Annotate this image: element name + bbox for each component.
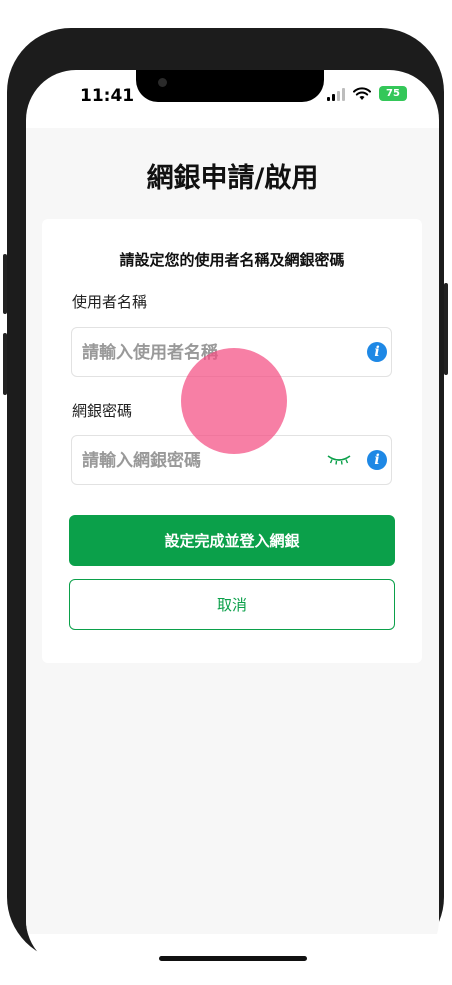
cellular-signal-icon <box>327 87 345 101</box>
screen: 11:41 75 網銀申請/啟用 請設定您的使用者名稱及網銀密碼 使用者名稱 請… <box>26 70 439 970</box>
power-button <box>444 283 448 375</box>
volume-button <box>3 333 7 395</box>
status-icons: 75 <box>327 86 407 101</box>
home-indicator[interactable] <box>159 956 307 961</box>
eye-closed-icon[interactable] <box>326 452 352 468</box>
phone-frame: 11:41 75 網銀申請/啟用 請設定您的使用者名稱及網銀密碼 使用者名稱 請… <box>3 28 448 970</box>
dynamic-island <box>136 70 324 102</box>
form-subtitle: 請設定您的使用者名稱及網銀密碼 <box>119 251 345 269</box>
submit-login-button[interactable]: 設定完成並登入網銀 <box>69 515 395 566</box>
wifi-icon <box>353 86 371 100</box>
cancel-button[interactable]: 取消 <box>69 579 395 630</box>
battery-icon: 75 <box>379 86 407 101</box>
info-icon[interactable]: i <box>367 342 387 362</box>
info-icon[interactable]: i <box>367 450 387 470</box>
camera-icon <box>158 78 167 87</box>
status-bar: 11:41 75 <box>26 70 439 128</box>
username-label: 使用者名稱 <box>72 293 148 311</box>
password-label: 網銀密碼 <box>72 402 133 420</box>
status-time: 11:41 <box>80 86 135 106</box>
touch-indicator <box>181 348 287 454</box>
page-title: 網銀申請/啟用 <box>146 163 319 194</box>
silent-switch <box>3 254 7 314</box>
battery-level: 75 <box>386 88 400 99</box>
page-content: 網銀申請/啟用 請設定您的使用者名稱及網銀密碼 使用者名稱 i 網銀密碼 <box>26 128 439 934</box>
